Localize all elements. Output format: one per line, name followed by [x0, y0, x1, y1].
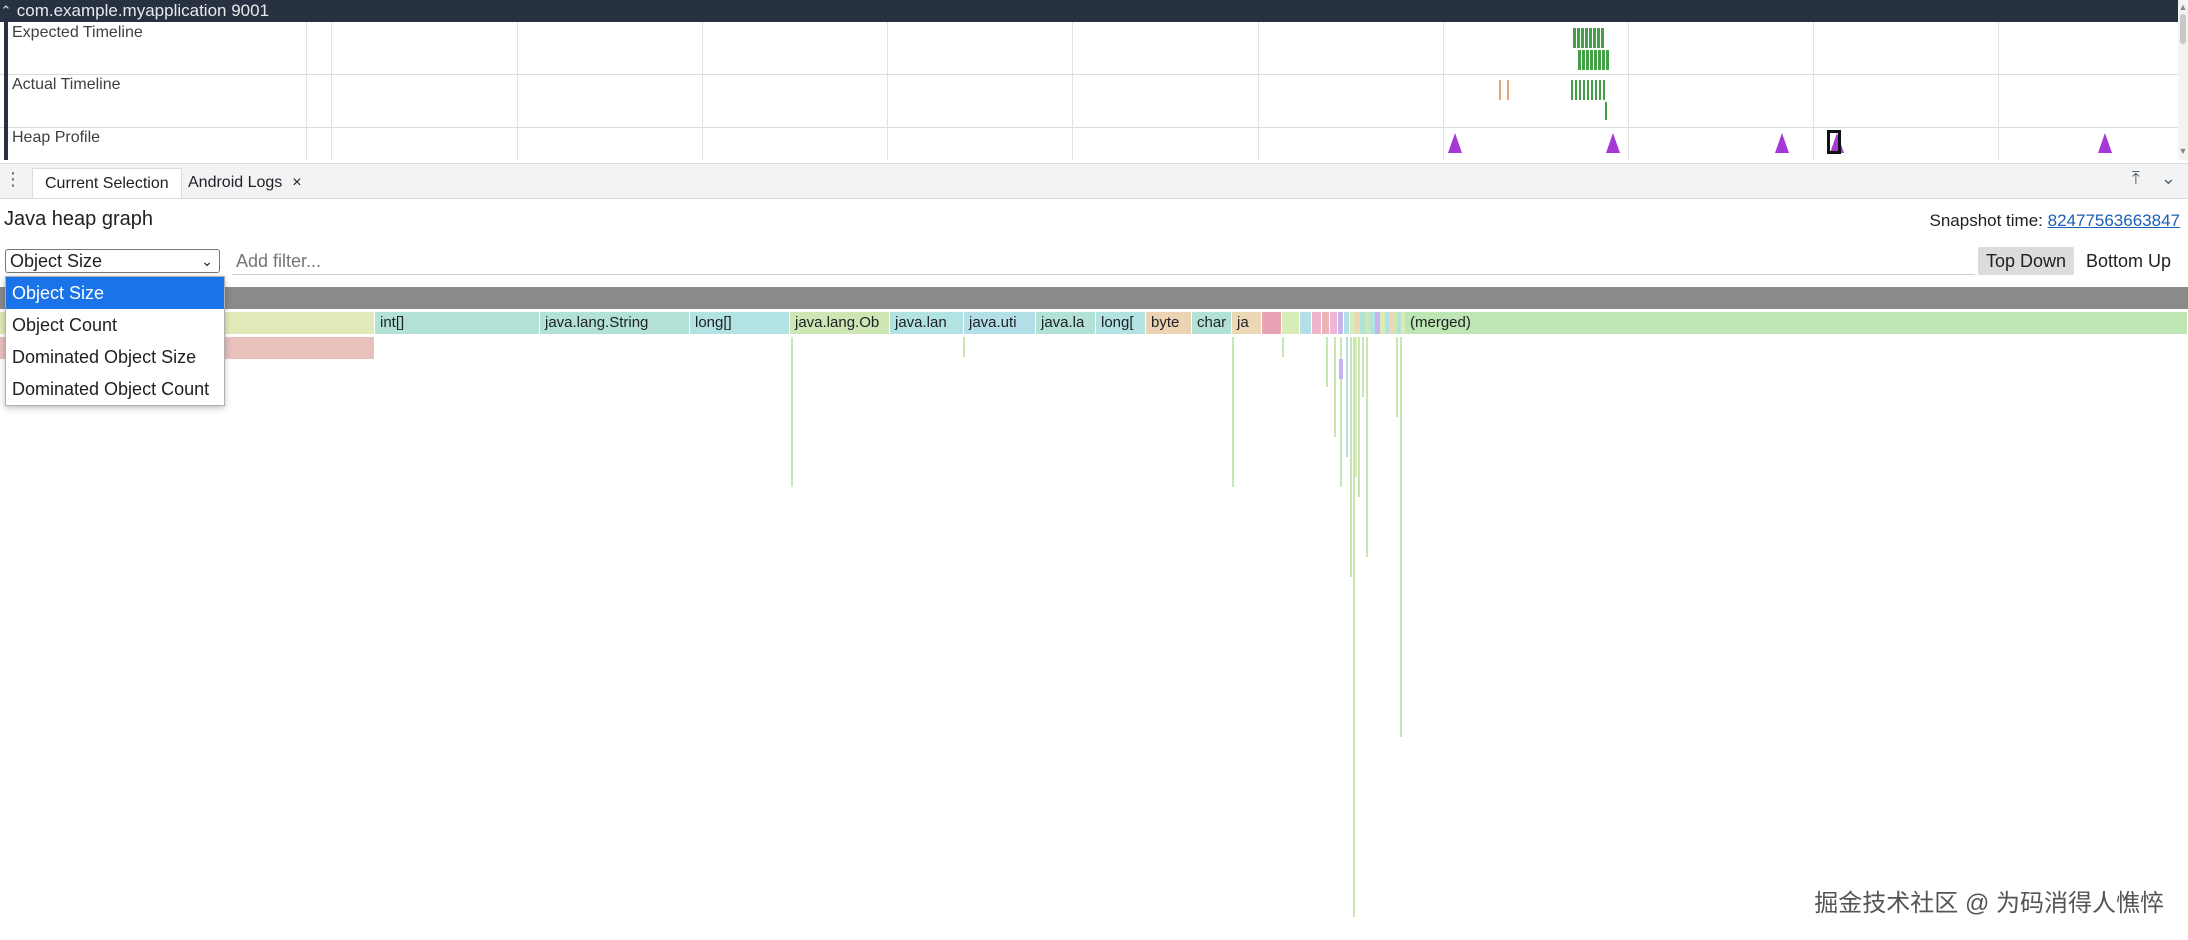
tab-android-logs[interactable]: Android Logs ×: [176, 168, 314, 198]
flame-node[interactable]: java.la: [1036, 312, 1096, 334]
dropdown-option-object-size[interactable]: Object Size: [6, 277, 224, 309]
collapse-panel-icon[interactable]: ⌄: [2161, 168, 2176, 188]
flame-node[interactable]: [1282, 312, 1300, 334]
maximize-panel-icon[interactable]: ⤒: [2132, 168, 2140, 188]
panel-title: Java heap graph: [4, 208, 154, 230]
flame-node[interactable]: java.lang.String: [540, 312, 690, 334]
snapshot-time: Snapshot time: 82477563663847: [1930, 211, 2181, 231]
chevron-up-icon[interactable]: ⌃: [0, 0, 12, 22]
filter-input[interactable]: [232, 248, 1975, 275]
snapshot-time-link[interactable]: 82477563663847: [2048, 211, 2180, 230]
tab-label: Android Logs: [188, 174, 283, 191]
track-area[interactable]: [306, 74, 2178, 127]
flamegraph-root[interactable]: [0, 287, 2188, 309]
timeline-tracks: Expected Timeline Actual Timeline Heap P…: [0, 22, 2178, 160]
scroll-thumb[interactable]: [2180, 14, 2186, 44]
details-tab-bar: ⋮ Current Selection Android Logs × ⤒ ⌄: [0, 163, 2188, 199]
flame-node[interactable]: java.lan: [890, 312, 964, 334]
track-actual-timeline[interactable]: Actual Timeline: [0, 74, 2178, 128]
metric-select-value: Object Size: [10, 251, 103, 271]
panel-tools: ⤒ ⌄: [2116, 168, 2176, 189]
flame-node[interactable]: long[: [1096, 312, 1146, 334]
chevron-down-icon: ⌄: [201, 253, 213, 269]
scroll-up-icon[interactable]: ▲: [2178, 2, 2188, 12]
dropdown-option-dominated-object-count[interactable]: Dominated Object Count: [6, 373, 224, 405]
flame-node[interactable]: ja: [1232, 312, 1262, 334]
scroll-down-icon[interactable]: ▼: [2178, 146, 2188, 156]
track-area[interactable]: [306, 127, 2178, 160]
process-title: com.example.myapplication 9001: [16, 1, 270, 20]
close-icon[interactable]: ×: [292, 174, 301, 191]
tab-current-selection[interactable]: Current Selection: [32, 168, 182, 198]
snapshot-label: Snapshot time:: [1929, 211, 2048, 230]
watermark: 掘金技术社区 @ 为码消得人憔悴: [1814, 890, 2164, 917]
flame-node[interactable]: char: [1192, 312, 1232, 334]
flamegraph[interactable]: int[] java.lang.String long[] java.lang.…: [0, 287, 2188, 917]
flame-node[interactable]: [1312, 312, 1322, 334]
track-expected-timeline[interactable]: Expected Timeline: [0, 22, 2178, 75]
tracks-scrollbar[interactable]: ▲ ▼: [2178, 0, 2188, 160]
kebab-menu-icon[interactable]: ⋮: [4, 169, 22, 190]
track-label: Expected Timeline: [4, 22, 304, 74]
flame-node[interactable]: [1330, 312, 1338, 334]
top-down-button[interactable]: Top Down: [1978, 247, 2075, 275]
heap-dump-marker[interactable]: [1448, 133, 1462, 153]
selected-marker-box: [1827, 130, 1841, 154]
metric-select[interactable]: Object Size ⌄: [5, 249, 220, 273]
bottom-up-button[interactable]: Bottom Up: [2078, 247, 2179, 275]
process-header[interactable]: ⌃ com.example.myapplication 9001: [0, 0, 2178, 22]
flame-node[interactable]: java.uti: [964, 312, 1036, 334]
flame-node[interactable]: [1300, 312, 1312, 334]
track-heap-profile[interactable]: Heap Profile: [0, 127, 2178, 160]
track-label: Heap Profile: [4, 127, 304, 160]
flame-node[interactable]: long[]: [690, 312, 790, 334]
flame-node[interactable]: java.lang.Ob: [790, 312, 890, 334]
flame-node[interactable]: byte: [1146, 312, 1192, 334]
track-label: Actual Timeline: [4, 74, 304, 127]
flame-node[interactable]: int[]: [375, 312, 540, 334]
flamegraph-controls: Object Size ⌄ Top Down Bottom Up: [0, 244, 2188, 280]
dropdown-option-object-count[interactable]: Object Count: [6, 309, 224, 341]
flame-node[interactable]: (merged): [1405, 312, 2188, 334]
tab-label: Current Selection: [45, 175, 169, 192]
heap-dump-marker[interactable]: [1606, 133, 1620, 153]
heap-dump-marker[interactable]: [2098, 133, 2112, 153]
dropdown-option-dominated-object-size[interactable]: Dominated Object Size: [6, 341, 224, 373]
metric-dropdown[interactable]: Object Size Object Count Dominated Objec…: [5, 276, 225, 406]
track-area[interactable]: [306, 22, 2178, 74]
flame-node[interactable]: [1262, 312, 1282, 334]
heap-dump-marker[interactable]: [1775, 133, 1789, 153]
flame-node[interactable]: [1322, 312, 1330, 334]
